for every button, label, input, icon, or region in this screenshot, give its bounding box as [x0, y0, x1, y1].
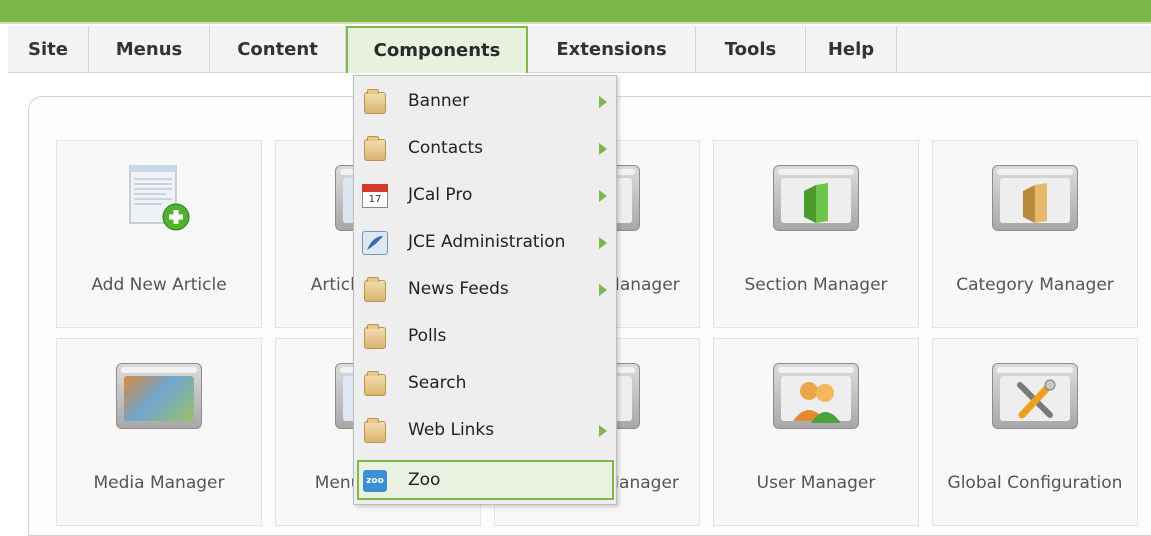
dropdown-item-polls[interactable]: Polls — [354, 313, 616, 360]
quickicon-label: Add New Article — [91, 275, 227, 295]
zoo-icon: zoo — [362, 469, 388, 493]
submenu-arrow-icon — [599, 237, 607, 249]
dropdown-item-news-feeds[interactable]: News Feeds — [354, 266, 616, 313]
menu-tools[interactable]: Tools — [696, 26, 806, 73]
dropdown-item-zoo[interactable]: zoo Zoo — [357, 460, 614, 500]
quickicon-category-manager[interactable]: Category Manager — [932, 140, 1138, 328]
dropdown-item-label: News Feeds — [408, 279, 509, 299]
menu-content[interactable]: Content — [210, 26, 346, 73]
media-manager-icon — [116, 363, 202, 429]
quickicon-label: Media Manager — [93, 473, 225, 493]
global-configuration-icon — [992, 363, 1078, 429]
dropdown-item-label: Contacts — [408, 138, 483, 158]
dropdown-item-banner[interactable]: Banner — [354, 78, 616, 125]
section-manager-icon — [773, 165, 859, 231]
quickicon-user-manager[interactable]: User Manager — [713, 338, 919, 526]
dropdown-item-contacts[interactable]: Contacts — [354, 125, 616, 172]
dropdown-item-search[interactable]: Search — [354, 360, 616, 407]
submenu-arrow-icon — [599, 190, 607, 202]
submenu-arrow-icon — [599, 284, 607, 296]
add-article-icon — [116, 164, 202, 231]
calendar-icon: 17 — [362, 184, 388, 208]
submenu-arrow-icon — [599, 96, 607, 108]
dropdown-item-label: Banner — [408, 91, 470, 111]
user-manager-icon — [773, 363, 859, 429]
quickicon-label: Global Configuration — [947, 473, 1123, 493]
folder-icon — [362, 89, 388, 114]
menu-site[interactable]: Site — [8, 26, 89, 73]
folder-icon — [362, 371, 388, 396]
quickicon-add-new-article[interactable]: Add New Article — [56, 140, 262, 328]
dropdown-item-label: Web Links — [408, 420, 495, 440]
folder-icon — [362, 277, 388, 302]
category-manager-icon — [992, 165, 1078, 231]
folder-icon — [362, 324, 388, 349]
main-menubar: Site Menus Content Components Extensions… — [8, 26, 1151, 73]
dropdown-item-jcal-pro[interactable]: 17 JCal Pro — [354, 172, 616, 219]
dropdown-item-label: Zoo — [408, 470, 441, 490]
components-dropdown: Banner Contacts 17 JCal Pro JCE Administ… — [353, 75, 617, 505]
quickicon-global-configuration[interactable]: Global Configuration — [932, 338, 1138, 526]
submenu-arrow-icon — [599, 425, 607, 437]
top-accent-bar — [0, 0, 1151, 24]
dropdown-item-label: JCE Administration — [408, 232, 566, 252]
dropdown-item-label: JCal Pro — [408, 185, 473, 205]
dropdown-item-label: Search — [408, 373, 467, 393]
menu-help[interactable]: Help — [806, 26, 897, 73]
quickicon-label: User Manager — [756, 473, 876, 493]
jce-feather-icon — [362, 231, 388, 255]
menu-extensions[interactable]: Extensions — [528, 26, 696, 73]
folder-icon — [362, 136, 388, 161]
dropdown-item-label: Polls — [408, 326, 447, 346]
quickicon-section-manager[interactable]: Section Manager — [713, 140, 919, 328]
quickicon-label: Section Manager — [744, 275, 888, 295]
quickicon-media-manager[interactable]: Media Manager — [56, 338, 262, 526]
menu-menus[interactable]: Menus — [89, 26, 210, 73]
folder-icon — [362, 418, 388, 443]
menu-components[interactable]: Components — [346, 26, 528, 73]
submenu-arrow-icon — [599, 143, 607, 155]
quickicon-label: Category Manager — [956, 275, 1114, 295]
dropdown-item-jce-administration[interactable]: JCE Administration — [354, 219, 616, 266]
dropdown-item-web-links[interactable]: Web Links — [354, 407, 616, 454]
